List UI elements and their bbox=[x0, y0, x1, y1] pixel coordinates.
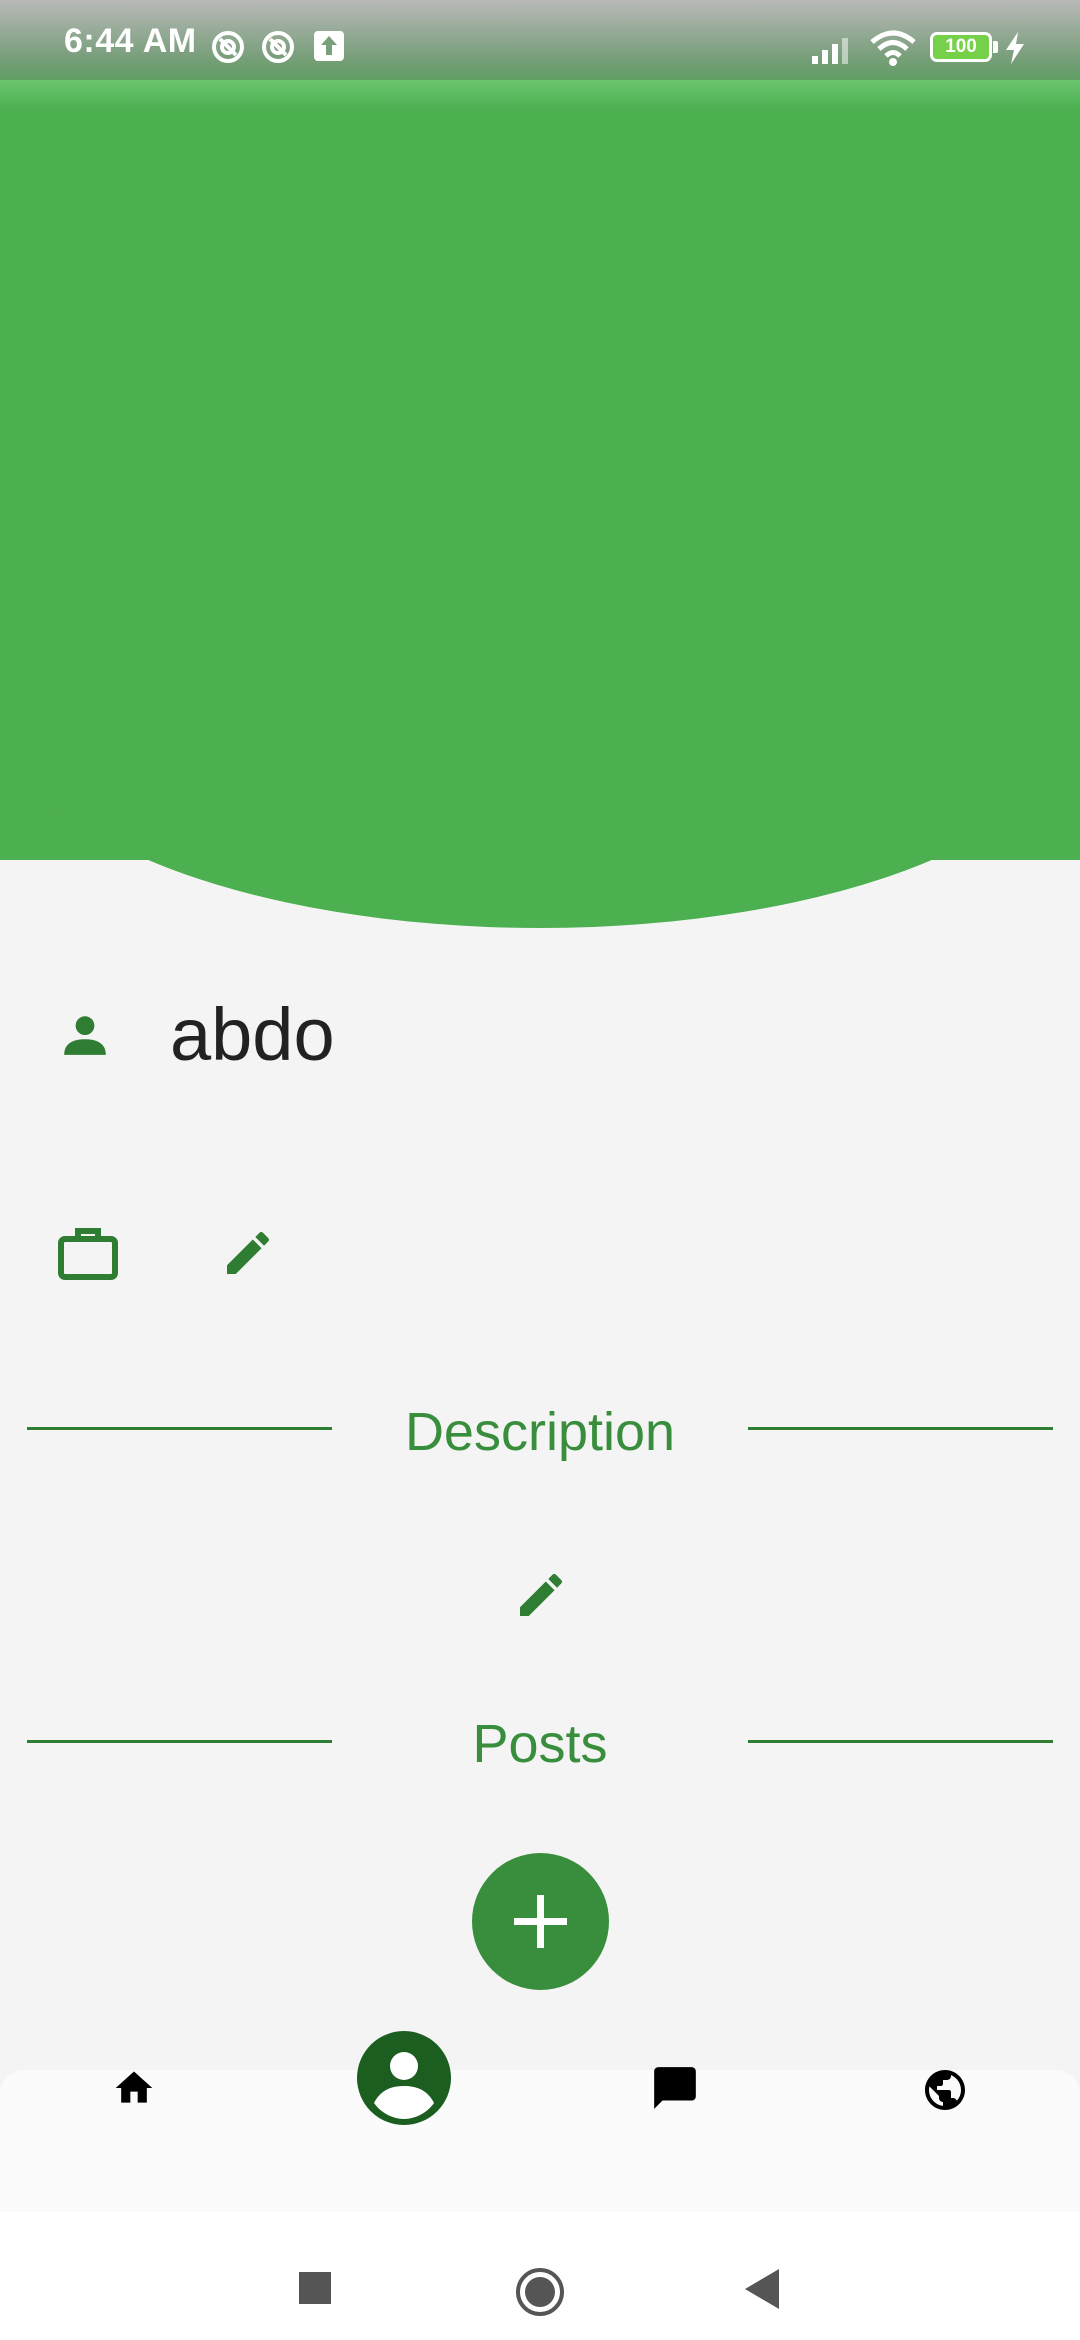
person-icon bbox=[64, 1016, 106, 1055]
home-icon[interactable] bbox=[111, 2066, 157, 2110]
charging-icon bbox=[1006, 32, 1024, 64]
description-divider-right bbox=[748, 1427, 1053, 1430]
header-curve bbox=[0, 710, 1080, 928]
globe-icon[interactable] bbox=[921, 2066, 969, 2114]
battery-level: 100 bbox=[945, 36, 977, 57]
status-time: 6:44 AM bbox=[64, 22, 197, 60]
posts-divider-right bbox=[748, 1740, 1053, 1743]
profile-icon[interactable] bbox=[357, 2031, 451, 2125]
recents-button[interactable] bbox=[299, 2272, 331, 2304]
posts-title: Posts bbox=[472, 1714, 608, 1774]
briefcase-icon bbox=[58, 1228, 118, 1280]
description-title: Description bbox=[404, 1402, 676, 1462]
user-name: abdo bbox=[170, 993, 335, 1076]
upload-icon bbox=[314, 31, 344, 61]
chat-icon[interactable] bbox=[650, 2063, 700, 2113]
battery-icon: 100 bbox=[930, 32, 992, 62]
system-nav-bar bbox=[0, 2212, 1080, 2340]
home-button[interactable] bbox=[515, 2267, 565, 2317]
sync-icon bbox=[212, 31, 244, 63]
bottom-nav bbox=[0, 2070, 1080, 2212]
account-icon bbox=[374, 2052, 434, 2119]
sync-icon bbox=[262, 31, 294, 63]
signal-icon bbox=[812, 38, 848, 64]
edit-description-icon[interactable] bbox=[513, 1567, 569, 1623]
add-post-button[interactable] bbox=[472, 1853, 609, 1990]
battery-tip bbox=[993, 41, 998, 53]
back-button[interactable] bbox=[745, 2269, 779, 2309]
header-shade bbox=[0, 80, 1080, 110]
edit-job-icon[interactable] bbox=[220, 1225, 276, 1281]
plus-icon bbox=[514, 1895, 567, 1948]
wifi-icon bbox=[870, 30, 916, 66]
status-bar: 6:44 AM 100 bbox=[0, 0, 1080, 80]
